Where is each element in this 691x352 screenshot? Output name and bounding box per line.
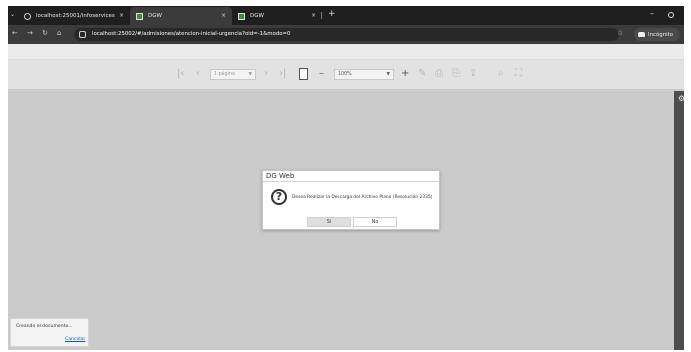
zoom-selector[interactable]: 100% ▼ xyxy=(334,69,394,80)
document-progress-toast: Creando el documento... Cancelar xyxy=(10,318,89,347)
close-tab-icon[interactable]: × xyxy=(119,12,124,19)
print-preview-icon[interactable]: ⎘ xyxy=(452,68,460,80)
chevron-down-icon: ▼ xyxy=(248,72,252,77)
page-selector[interactable]: 1 página ▼ xyxy=(210,69,256,80)
dialog-title: DG Web xyxy=(263,171,439,182)
cancel-link[interactable]: Cancelar xyxy=(65,337,85,342)
previous-page-icon[interactable]: ‹ xyxy=(196,68,200,80)
incognito-badge[interactable]: Incógnito xyxy=(634,28,680,41)
browser-window: ⌄ localhost:25001/infoservices × DGW × D… xyxy=(8,6,684,350)
tab-title: DGW xyxy=(148,13,162,19)
toast-text: Creando el documento... xyxy=(16,324,73,329)
tab-separator xyxy=(321,12,322,19)
reload-icon[interactable]: ↻ xyxy=(42,29,48,37)
tab-search-icon[interactable]: ⌄ xyxy=(10,11,15,18)
next-page-icon[interactable]: › xyxy=(264,68,268,80)
report-viewer-toolbar: |‹ ‹ 1 página ▼ › ›| – 100% ▼ + ✎ ⎙ ⎘ ⇪ … xyxy=(8,60,684,90)
tab-title: localhost:25001/infoservices xyxy=(36,13,115,19)
first-page-icon[interactable]: |‹ xyxy=(177,68,184,80)
print-icon[interactable]: ⎙ xyxy=(435,68,443,80)
site-info-icon[interactable] xyxy=(79,31,86,38)
bookmark-star-icon[interactable]: ☆ xyxy=(617,29,623,37)
back-icon[interactable]: ← xyxy=(12,29,18,37)
export-icon[interactable]: ⇪ xyxy=(469,68,477,80)
new-tab-button[interactable]: + xyxy=(328,9,336,20)
tab-dgw[interactable]: DGW × xyxy=(232,7,322,25)
app-icon xyxy=(136,12,143,20)
tab-infoservices[interactable]: localhost:25001/infoservices × xyxy=(18,7,130,25)
incognito-label: Incógnito xyxy=(648,31,674,38)
home-icon[interactable]: ⌂ xyxy=(57,29,61,37)
incognito-icon xyxy=(638,32,645,37)
last-page-icon[interactable]: ›| xyxy=(279,68,286,80)
yes-button[interactable]: Si xyxy=(307,217,351,227)
question-icon: ? xyxy=(271,189,287,205)
confirmation-dialog: DG Web ? Desea Realizar la Descarga del … xyxy=(262,170,440,230)
chevron-down-icon: ▼ xyxy=(386,72,390,77)
url-field[interactable]: localhost:25002/#/admisiones/atencion-in… xyxy=(74,28,619,41)
globe-icon xyxy=(24,12,31,20)
address-bar: ← → ↻ ⌂ localhost:25002/#/admisiones/ate… xyxy=(8,25,684,44)
tab-strip: ⌄ localhost:25001/infoservices × DGW × D… xyxy=(8,6,684,25)
zoom-selector-value: 100% xyxy=(338,72,352,77)
forward-icon[interactable]: → xyxy=(27,29,33,37)
no-button[interactable]: No xyxy=(353,217,397,227)
search-icon[interactable]: ⌕ xyxy=(498,68,504,80)
close-tab-icon[interactable]: × xyxy=(221,12,226,19)
single-page-view-icon[interactable] xyxy=(299,68,308,80)
app-icon xyxy=(238,12,245,20)
url-text: localhost:25002/#/admisiones/atencion-in… xyxy=(92,31,291,37)
zoom-out-icon[interactable]: – xyxy=(319,68,324,80)
zoom-in-icon[interactable]: + xyxy=(401,68,409,80)
dialog-message: Desea Realizar la Descarga del Archivo P… xyxy=(292,195,433,200)
restore-button[interactable] xyxy=(668,12,674,18)
minimize-button[interactable]: – xyxy=(650,9,654,18)
app-header-band xyxy=(8,44,684,60)
edit-icon[interactable]: ✎ xyxy=(418,68,426,80)
gear-icon[interactable]: ⚙ xyxy=(678,95,684,103)
tab-dgw-active[interactable]: DGW × xyxy=(130,7,232,25)
fullscreen-icon[interactable]: ⛶ xyxy=(515,68,522,80)
close-tab-icon[interactable]: × xyxy=(311,12,316,19)
page-selector-value: 1 página xyxy=(214,72,235,77)
tab-title: DGW xyxy=(250,13,264,19)
side-panel-strip xyxy=(674,91,684,350)
